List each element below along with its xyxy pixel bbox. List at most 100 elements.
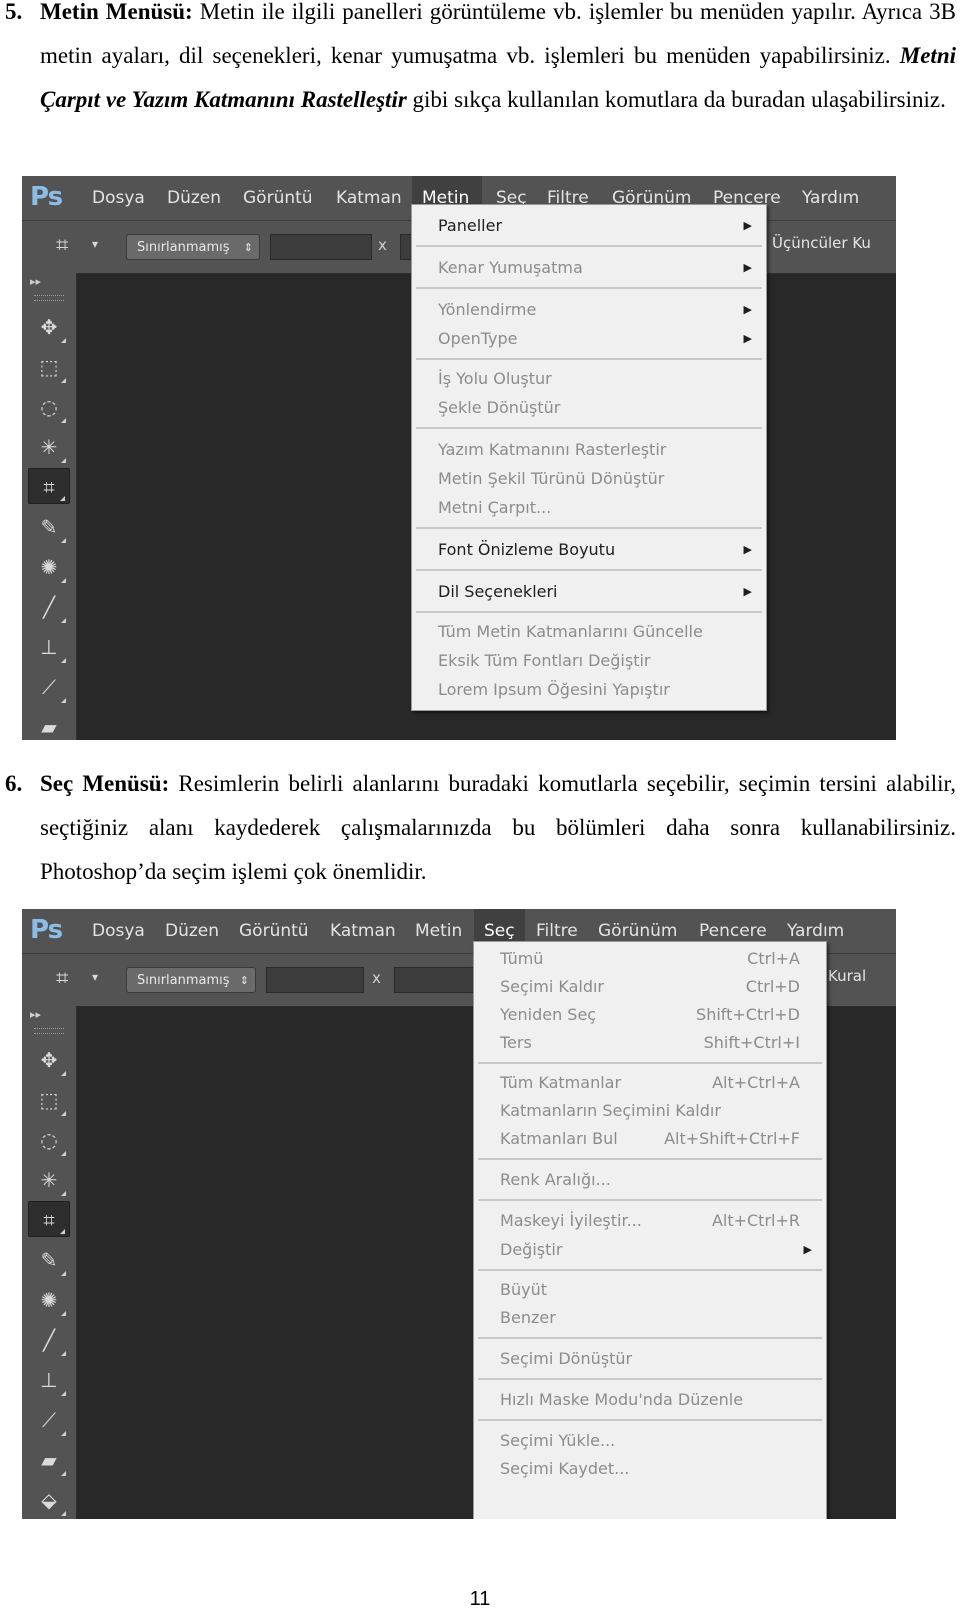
menu-goruntu[interactable]: Görüntü bbox=[229, 909, 319, 953]
menu-item-lorem-ipsum[interactable]: Lorem Ipsum Öğesini Yapıştır bbox=[412, 676, 766, 704]
move-tool-icon[interactable]: ✥ bbox=[28, 1042, 70, 1078]
panel-grip[interactable] bbox=[34, 1028, 64, 1034]
submenu-arrow-icon: ▶ bbox=[743, 543, 752, 556]
tools-panel: ▸▸ ✥ ⬚ ◌ ✳ ⌗ ✎ ✺ ╱ ⊥ ⟋ ▰ bbox=[22, 273, 77, 740]
crop-icon[interactable]: ⌗ bbox=[56, 966, 68, 991]
marquee-tool-icon[interactable]: ⬚ bbox=[28, 1082, 70, 1118]
magic-wand-tool-icon[interactable]: ✳ bbox=[28, 429, 70, 465]
menu-item-label: Yönlendirme bbox=[438, 300, 537, 319]
menu-duzen[interactable]: Düzen bbox=[155, 909, 229, 953]
lasso-tool-icon[interactable]: ◌ bbox=[28, 389, 70, 425]
menu-item-dil-secenekleri[interactable]: Dil Seçenekleri ▶ bbox=[412, 578, 766, 606]
photoshop-screenshot-sec: Ps Dosya Düzen Görüntü Katman Metin Seç … bbox=[22, 909, 896, 1519]
menu-item-eksik-fontlari-degistir[interactable]: Eksik Tüm Fontları Değiştir bbox=[412, 647, 766, 675]
crop-tool-icon[interactable]: ⌗ bbox=[28, 468, 70, 504]
brush-tool-icon[interactable]: ╱ bbox=[28, 1322, 70, 1358]
menu-item-sekil-turunu-donustur[interactable]: Metin Şekil Türünü Dönüştür bbox=[412, 465, 766, 493]
menu-item-shortcut: Ctrl+D bbox=[745, 977, 800, 996]
menu-item-tum-katmanlar[interactable]: Tüm Katmanlar Alt+Ctrl+A bbox=[474, 1069, 826, 1097]
eyedropper-tool-icon[interactable]: ✎ bbox=[28, 1242, 70, 1278]
menu-goruntu[interactable]: Görüntü bbox=[233, 176, 323, 220]
menu-item-metni-carpit[interactable]: Metni Çarpıt... bbox=[412, 494, 766, 522]
width-field[interactable] bbox=[266, 967, 364, 993]
history-brush-tool-icon[interactable]: ⟋ bbox=[28, 669, 70, 705]
menu-item-degistir[interactable]: Değiştir ▶ bbox=[474, 1236, 826, 1264]
menu-item-ters[interactable]: Ters Shift+Ctrl+I bbox=[474, 1029, 826, 1057]
section-6-paragraph: 6. Seç Menüsü: Resimlerin belirli alanlar… bbox=[5, 762, 956, 894]
menu-item-secimi-kaydet[interactable]: Seçimi Kaydet... bbox=[474, 1455, 826, 1483]
collapse-icon[interactable]: ▸▸ bbox=[30, 1008, 41, 1021]
stepper-icon: ⇕ bbox=[239, 974, 249, 987]
menu-item-secimi-yukle[interactable]: Seçimi Yükle... bbox=[474, 1427, 826, 1455]
photoshop-logo: Ps bbox=[30, 915, 63, 945]
overlay-select[interactable]: Kural bbox=[828, 967, 866, 985]
menu-item-kenar-yumusatma[interactable]: Kenar Yumuşatma ▶ bbox=[412, 254, 766, 282]
menu-dosya[interactable]: Dosya bbox=[82, 176, 155, 220]
menu-separator bbox=[478, 1062, 822, 1064]
ratio-select[interactable]: Sınırlanmamış ⇕ bbox=[126, 234, 260, 260]
collapse-icon[interactable]: ▸▸ bbox=[30, 275, 41, 288]
crop-icon[interactable]: ⌗ bbox=[56, 233, 68, 258]
eraser-tool-icon[interactable]: ▰ bbox=[28, 709, 70, 740]
submenu-arrow-icon: ▶ bbox=[743, 261, 752, 274]
menu-item-is-yolu-olustur[interactable]: İş Yolu Oluştur bbox=[412, 365, 766, 393]
menu-item-label: Şekle Dönüştür bbox=[438, 398, 561, 417]
menu-item-opentype[interactable]: OpenType ▶ bbox=[412, 325, 766, 353]
menu-item-secimi-kaldir[interactable]: Seçimi Kaldır Ctrl+D bbox=[474, 973, 826, 1001]
menu-dosya[interactable]: Dosya bbox=[82, 909, 155, 953]
menu-item-label: Tüm Katmanlar bbox=[500, 1073, 622, 1092]
menu-item-yeniden-sec[interactable]: Yeniden Seç Shift+Ctrl+D bbox=[474, 1001, 826, 1029]
menu-item-tum-katmanlari-guncelle[interactable]: Tüm Metin Katmanlarını Güncelle bbox=[412, 618, 766, 646]
panel-grip[interactable] bbox=[34, 295, 64, 301]
menu-separator bbox=[478, 1378, 822, 1380]
menu-item-label: Tümü bbox=[500, 949, 544, 968]
healing-tool-icon[interactable]: ✺ bbox=[28, 1282, 70, 1318]
stamp-tool-icon[interactable]: ⊥ bbox=[28, 629, 70, 665]
menu-item-tumu[interactable]: Tümü Ctrl+A bbox=[474, 945, 826, 973]
menu-item-renk-araligi[interactable]: Renk Aralığı... bbox=[474, 1166, 826, 1194]
menu-katman[interactable]: Katman bbox=[326, 176, 412, 220]
menu-item-katmanlarin-secimini-kaldir[interactable]: Katmanların Seçimini Kaldır bbox=[474, 1097, 826, 1125]
eraser-tool-icon[interactable]: ▰ bbox=[28, 1442, 70, 1478]
section-text: gibi sıkça kullanılan komutlara da burad… bbox=[406, 87, 946, 112]
menu-item-buyut[interactable]: Büyüt bbox=[474, 1276, 826, 1304]
menu-item-secimi-donustur[interactable]: Seçimi Dönüştür bbox=[474, 1345, 826, 1373]
healing-tool-icon[interactable]: ✺ bbox=[28, 549, 70, 585]
height-field[interactable] bbox=[394, 967, 474, 993]
overlay-select[interactable]: Üçüncüler Ku bbox=[772, 234, 871, 252]
menu-metin[interactable]: Metin bbox=[405, 909, 472, 953]
menu-item-shortcut: Shift+Ctrl+D bbox=[696, 1005, 800, 1024]
menu-duzen[interactable]: Düzen bbox=[157, 176, 231, 220]
chevron-down-icon[interactable]: ▾ bbox=[92, 970, 98, 984]
width-field[interactable] bbox=[270, 234, 372, 260]
chevron-down-icon[interactable]: ▾ bbox=[92, 237, 98, 251]
menu-yardim[interactable]: Yardım bbox=[792, 176, 869, 220]
lasso-tool-icon[interactable]: ◌ bbox=[28, 1122, 70, 1158]
move-tool-icon[interactable]: ✥ bbox=[28, 309, 70, 345]
menu-separator bbox=[478, 1158, 822, 1160]
menu-item-label: OpenType bbox=[438, 329, 518, 348]
menu-item-paneller[interactable]: Paneller ▶ bbox=[412, 212, 766, 240]
menu-item-rasterlestir[interactable]: Yazım Katmanını Rasterleştir bbox=[412, 436, 766, 464]
menu-item-label: Yazım Katmanını Rasterleştir bbox=[438, 440, 667, 459]
menu-katman[interactable]: Katman bbox=[320, 909, 406, 953]
history-brush-tool-icon[interactable]: ⟋ bbox=[28, 1402, 70, 1438]
menu-item-font-onizleme[interactable]: Font Önizleme Boyutu ▶ bbox=[412, 536, 766, 564]
magic-wand-tool-icon[interactable]: ✳ bbox=[28, 1162, 70, 1198]
eyedropper-tool-icon[interactable]: ✎ bbox=[28, 509, 70, 545]
brush-tool-icon[interactable]: ╱ bbox=[28, 589, 70, 625]
marquee-tool-icon[interactable]: ⬚ bbox=[28, 349, 70, 385]
menu-item-benzer[interactable]: Benzer bbox=[474, 1304, 826, 1332]
menu-item-katmanlari-bul[interactable]: Katmanları Bul Alt+Shift+Ctrl+F bbox=[474, 1125, 826, 1153]
menu-item-hizli-maske[interactable]: Hızlı Maske Modu'nda Düzenle bbox=[474, 1386, 826, 1414]
paint-bucket-tool-icon[interactable]: ⬙ bbox=[28, 1482, 70, 1518]
menu-item-sekle-donustur[interactable]: Şekle Dönüştür bbox=[412, 394, 766, 422]
ratio-select[interactable]: Sınırlanmamış ⇕ bbox=[126, 967, 256, 993]
crop-tool-icon[interactable]: ⌗ bbox=[28, 1201, 70, 1237]
stamp-tool-icon[interactable]: ⊥ bbox=[28, 1362, 70, 1398]
page-number: 11 bbox=[469, 1588, 491, 1610]
section-title: Metin Menüsü: bbox=[40, 0, 193, 24]
menu-item-yonlendirme[interactable]: Yönlendirme ▶ bbox=[412, 296, 766, 324]
menu-separator bbox=[416, 287, 762, 289]
menu-item-maskeyi-iyilestir[interactable]: Maskeyi İyileştir... Alt+Ctrl+R bbox=[474, 1207, 826, 1235]
